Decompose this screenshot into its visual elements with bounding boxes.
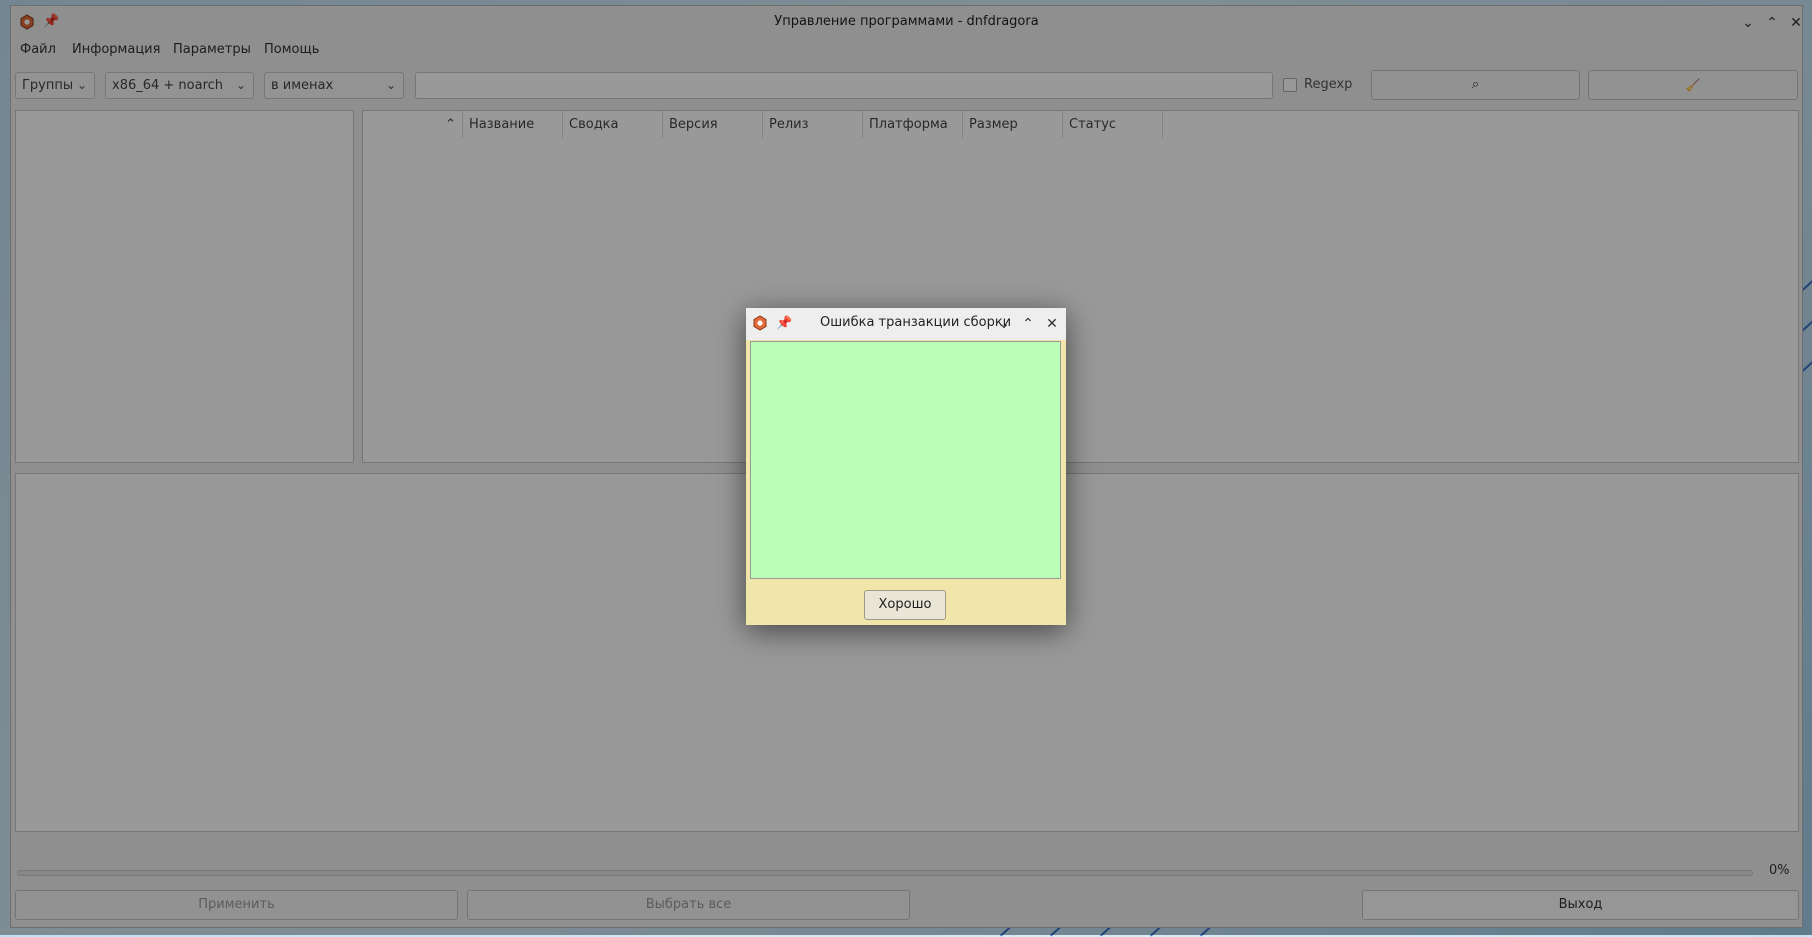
pin-icon[interactable]: 📌 [776, 314, 792, 334]
error-dialog: 📌 Ошибка транзакции сборки ⌄ ⌃ ✕ Хорошо [746, 308, 1066, 625]
minimize-icon[interactable]: ⌄ [994, 314, 1014, 334]
ok-button[interactable]: Хорошо [864, 590, 946, 620]
app-icon [753, 315, 767, 331]
dialog-title-bar[interactable]: 📌 Ошибка транзакции сборки ⌄ ⌃ ✕ [746, 308, 1066, 340]
dialog-title: Ошибка транзакции сборки [820, 315, 1012, 330]
error-message-area[interactable] [750, 341, 1061, 579]
close-icon[interactable]: ✕ [1042, 314, 1062, 334]
maximize-icon[interactable]: ⌃ [1018, 314, 1038, 334]
